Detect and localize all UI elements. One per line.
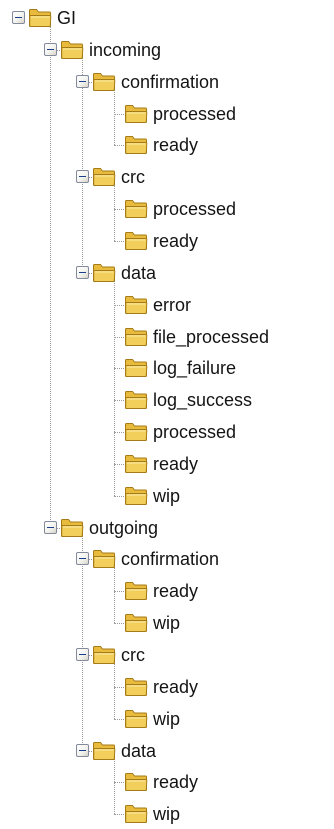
tree-node-label[interactable]: processed bbox=[153, 197, 236, 221]
tree-node-label[interactable]: data bbox=[121, 261, 156, 285]
tree-node-label[interactable]: data bbox=[121, 739, 156, 763]
folder-icon bbox=[92, 645, 116, 665]
tree-node-label[interactable]: crc bbox=[121, 643, 145, 667]
tree-node[interactable]: ready bbox=[0, 770, 334, 794]
tree-node[interactable]: wip bbox=[0, 611, 334, 635]
tree-node-label[interactable]: crc bbox=[121, 165, 145, 189]
tree-node[interactable]: processed bbox=[0, 420, 334, 444]
tree-node[interactable]: ready bbox=[0, 133, 334, 157]
folder-icon bbox=[124, 422, 148, 442]
tree-node-label[interactable]: log_success bbox=[153, 388, 252, 412]
collapse-toggle-icon[interactable] bbox=[76, 743, 89, 757]
collapse-toggle-icon[interactable] bbox=[76, 170, 89, 184]
tree-node[interactable]: confirmation bbox=[0, 547, 334, 571]
tree-node-label[interactable]: ready bbox=[153, 133, 198, 157]
tree-node[interactable]: ready bbox=[0, 675, 334, 699]
folder-icon bbox=[124, 104, 148, 124]
folder-icon bbox=[124, 135, 148, 155]
tree-node-label[interactable]: confirmation bbox=[121, 547, 219, 571]
tree-node[interactable]: crc bbox=[0, 643, 334, 667]
folder-icon bbox=[124, 454, 148, 474]
tree-node[interactable]: wip bbox=[0, 802, 334, 826]
tree-node[interactable]: GI bbox=[0, 6, 334, 30]
folder-icon bbox=[124, 677, 148, 697]
collapse-toggle-icon[interactable] bbox=[76, 74, 89, 88]
tree-node[interactable]: confirmation bbox=[0, 70, 334, 94]
folder-icon bbox=[124, 390, 148, 410]
tree-node[interactable]: incoming bbox=[0, 38, 334, 62]
tree-node-label[interactable]: ready bbox=[153, 579, 198, 603]
folder-icon bbox=[92, 72, 116, 92]
collapse-toggle-icon[interactable] bbox=[76, 265, 89, 279]
folder-icon bbox=[124, 613, 148, 633]
folder-icon bbox=[124, 772, 148, 792]
tree-node[interactable]: processed bbox=[0, 102, 334, 126]
folder-icon bbox=[92, 741, 116, 761]
folder-tree: GI incoming confirmation processed ready crc p… bbox=[0, 0, 334, 827]
folder-icon bbox=[92, 549, 116, 569]
tree-node[interactable]: log_failure bbox=[0, 356, 334, 380]
folder-icon bbox=[124, 486, 148, 506]
tree-node[interactable]: wip bbox=[0, 484, 334, 508]
folder-icon bbox=[124, 358, 148, 378]
folder-icon bbox=[60, 518, 84, 538]
tree-node[interactable]: ready bbox=[0, 229, 334, 253]
tree-node-label[interactable]: outgoing bbox=[89, 516, 158, 540]
tree-node[interactable]: data bbox=[0, 739, 334, 763]
tree-node[interactable]: data bbox=[0, 261, 334, 285]
folder-icon bbox=[60, 40, 84, 60]
folder-icon bbox=[124, 231, 148, 251]
tree-node[interactable]: processed bbox=[0, 197, 334, 221]
folder-icon bbox=[124, 581, 148, 601]
collapse-toggle-icon[interactable] bbox=[76, 552, 89, 566]
folder-icon bbox=[124, 327, 148, 347]
folder-icon bbox=[124, 199, 148, 219]
tree-node[interactable]: error bbox=[0, 293, 334, 317]
collapse-toggle-icon[interactable] bbox=[76, 648, 89, 661]
tree-node-label[interactable]: confirmation bbox=[121, 70, 219, 94]
tree-node-label[interactable]: wip bbox=[153, 802, 180, 826]
tree-node-label[interactable]: incoming bbox=[89, 38, 161, 62]
tree-node-label[interactable]: processed bbox=[153, 102, 236, 126]
folder-icon bbox=[92, 263, 116, 283]
collapse-toggle-icon[interactable] bbox=[44, 520, 57, 534]
folder-icon bbox=[92, 167, 116, 187]
folder-icon bbox=[124, 709, 148, 729]
folder-icon bbox=[124, 295, 148, 315]
tree-node[interactable]: log_success bbox=[0, 388, 334, 412]
tree-node-label[interactable]: ready bbox=[153, 229, 198, 253]
collapse-toggle-icon[interactable] bbox=[12, 11, 25, 24]
tree-node-label[interactable]: ready bbox=[153, 675, 198, 699]
tree-node-label[interactable]: ready bbox=[153, 452, 198, 476]
tree-node-label[interactable]: error bbox=[153, 293, 191, 317]
tree-node-label[interactable]: log_failure bbox=[153, 356, 236, 380]
tree-node[interactable]: ready bbox=[0, 452, 334, 476]
collapse-toggle-icon[interactable] bbox=[44, 42, 57, 56]
tree-node-label[interactable]: processed bbox=[153, 420, 236, 444]
folder-icon bbox=[124, 804, 148, 824]
folder-icon bbox=[28, 8, 52, 28]
tree-node[interactable]: ready bbox=[0, 579, 334, 603]
tree-node-label[interactable]: wip bbox=[153, 707, 180, 731]
tree-node-label[interactable]: wip bbox=[153, 611, 180, 635]
tree-node-label[interactable]: GI bbox=[57, 6, 76, 30]
tree-node[interactable]: crc bbox=[0, 165, 334, 189]
tree-node[interactable]: wip bbox=[0, 707, 334, 731]
tree-node-label[interactable]: wip bbox=[153, 484, 180, 508]
tree-node-label[interactable]: ready bbox=[153, 770, 198, 794]
tree-node-label[interactable]: file_processed bbox=[153, 325, 269, 349]
tree-node[interactable]: file_processed bbox=[0, 325, 334, 349]
tree-node[interactable]: outgoing bbox=[0, 516, 334, 540]
